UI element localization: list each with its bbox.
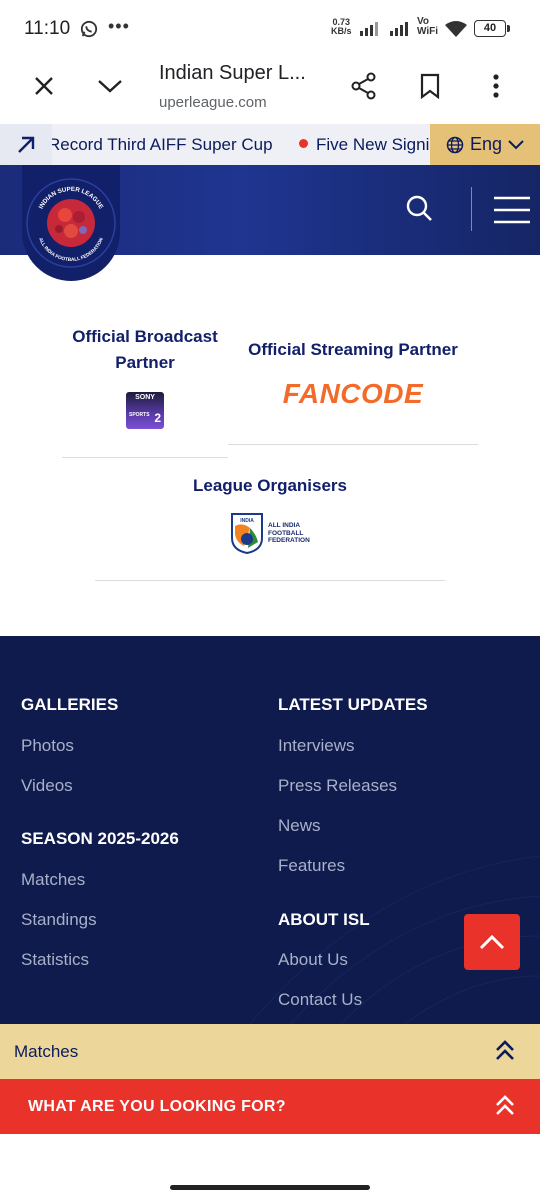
chevron-up-icon: [479, 934, 505, 950]
hamburger-menu-icon: [494, 196, 530, 224]
arrow-up-right-icon: [18, 136, 35, 153]
search-prompt-label: WHAT ARE YOU LOOKING FOR?: [28, 1098, 286, 1115]
footer-heading-season: SEASON 2025-2026: [21, 829, 179, 848]
share-icon: [351, 72, 376, 100]
page-title[interactable]: Indian Super L...: [159, 62, 306, 85]
league-organisers-title: League Organisers: [192, 476, 347, 495]
close-tab-button[interactable]: [22, 64, 66, 108]
footer-link-features[interactable]: Features: [278, 856, 345, 876]
status-time: 11:10: [24, 18, 71, 39]
isl-logo[interactable]: INDIAN SUPER LEAGUE ALL INDIA FOOTBALL F…: [22, 165, 120, 281]
footer-link-about-us[interactable]: About Us: [278, 950, 348, 970]
ticker-item[interactable]: Five New Signi: [316, 135, 429, 155]
ticker-link-button[interactable]: [0, 124, 52, 165]
header-divider: [471, 187, 472, 231]
page-url[interactable]: uperleague.com: [159, 94, 267, 111]
aiff-logo[interactable]: INDIA ALL INDIA FOOTBALL FEDERATION: [230, 510, 320, 556]
divider: [228, 444, 478, 445]
close-icon: [35, 77, 53, 95]
footer-link-photos[interactable]: Photos: [21, 736, 74, 756]
footer-heading-about: ABOUT ISL: [278, 910, 370, 929]
whatsapp-icon: [80, 20, 98, 38]
chevron-down-icon: [508, 139, 524, 149]
wifi-icon: [445, 21, 467, 37]
footer-link-videos[interactable]: Videos: [21, 776, 73, 796]
footer-link-press-releases[interactable]: Press Releases: [278, 776, 397, 796]
footer-link-contact-us[interactable]: Contact Us: [278, 990, 362, 1010]
menu-button[interactable]: [494, 196, 530, 229]
divider: [95, 580, 445, 581]
search-button[interactable]: [404, 193, 434, 228]
matches-bar[interactable]: Matches: [0, 1024, 540, 1079]
search-icon: [406, 195, 432, 221]
search-prompt-bar[interactable]: WHAT ARE YOU LOOKING FOR?: [0, 1079, 540, 1134]
double-chevron-up-icon[interactable]: [494, 1093, 516, 1117]
streaming-partner-title: Official Streaming Partner: [248, 340, 458, 359]
scroll-to-top-button[interactable]: [464, 914, 520, 970]
gesture-bar[interactable]: [170, 1185, 370, 1190]
broadcast-partner-title: Official Broadcast Partner: [72, 327, 218, 372]
net-speed: 0.73 KB/s: [331, 17, 352, 36]
footer-link-matches[interactable]: Matches: [21, 870, 85, 890]
ticker-item[interactable]: Record Third AIFF Super Cup: [48, 135, 273, 155]
double-chevron-up-icon[interactable]: [494, 1038, 516, 1062]
footer-heading-latest: LATEST UPDATES: [278, 695, 428, 714]
bookmark-icon: [420, 73, 440, 99]
divider: [62, 457, 228, 458]
isl-logo-emblem: INDIAN SUPER LEAGUE ALL INDIA FOOTBALL F…: [26, 178, 116, 268]
more-notifications-icon: •••: [108, 16, 130, 36]
share-button[interactable]: [342, 64, 386, 108]
system-nav-area: [0, 1134, 540, 1200]
aiff-emblem: INDIA: [231, 513, 263, 554]
status-bar: 11:10 ••• 0.73 KB/s Vo WiFi 40: [0, 0, 540, 56]
battery-indicator: 40: [474, 20, 510, 37]
ticker-bullet-icon: [299, 139, 308, 148]
footer-heading-galleries: GALLERIES: [21, 695, 119, 714]
aiff-wordmark: ALL INDIA FOOTBALL FEDERATION: [268, 522, 310, 544]
more-options-button[interactable]: [474, 64, 518, 108]
language-label: Eng: [469, 134, 503, 154]
fancode-logo[interactable]: FANCODE: [228, 378, 478, 410]
footer-link-statistics[interactable]: Statistics: [21, 950, 89, 970]
expand-button[interactable]: [88, 64, 132, 108]
footer-link-interviews[interactable]: Interviews: [278, 736, 355, 756]
footer-link-news[interactable]: News: [278, 816, 321, 836]
bookmark-button[interactable]: [408, 64, 452, 108]
globe-icon: [446, 136, 464, 153]
more-vert-icon: [493, 74, 499, 98]
signal-icon-2: [390, 22, 408, 36]
sony-sports-2-logo[interactable]: SONY SPORTS 2: [126, 392, 164, 429]
svg-text:INDIA: INDIA: [240, 518, 254, 524]
footer-link-standings[interactable]: Standings: [21, 910, 97, 930]
language-selector[interactable]: Eng: [430, 124, 540, 165]
vowifi-indicator: Vo WiFi: [417, 16, 439, 37]
chevron-down-icon: [98, 80, 122, 93]
matches-bar-label: Matches: [14, 1042, 79, 1061]
signal-icon-1: [360, 22, 378, 36]
